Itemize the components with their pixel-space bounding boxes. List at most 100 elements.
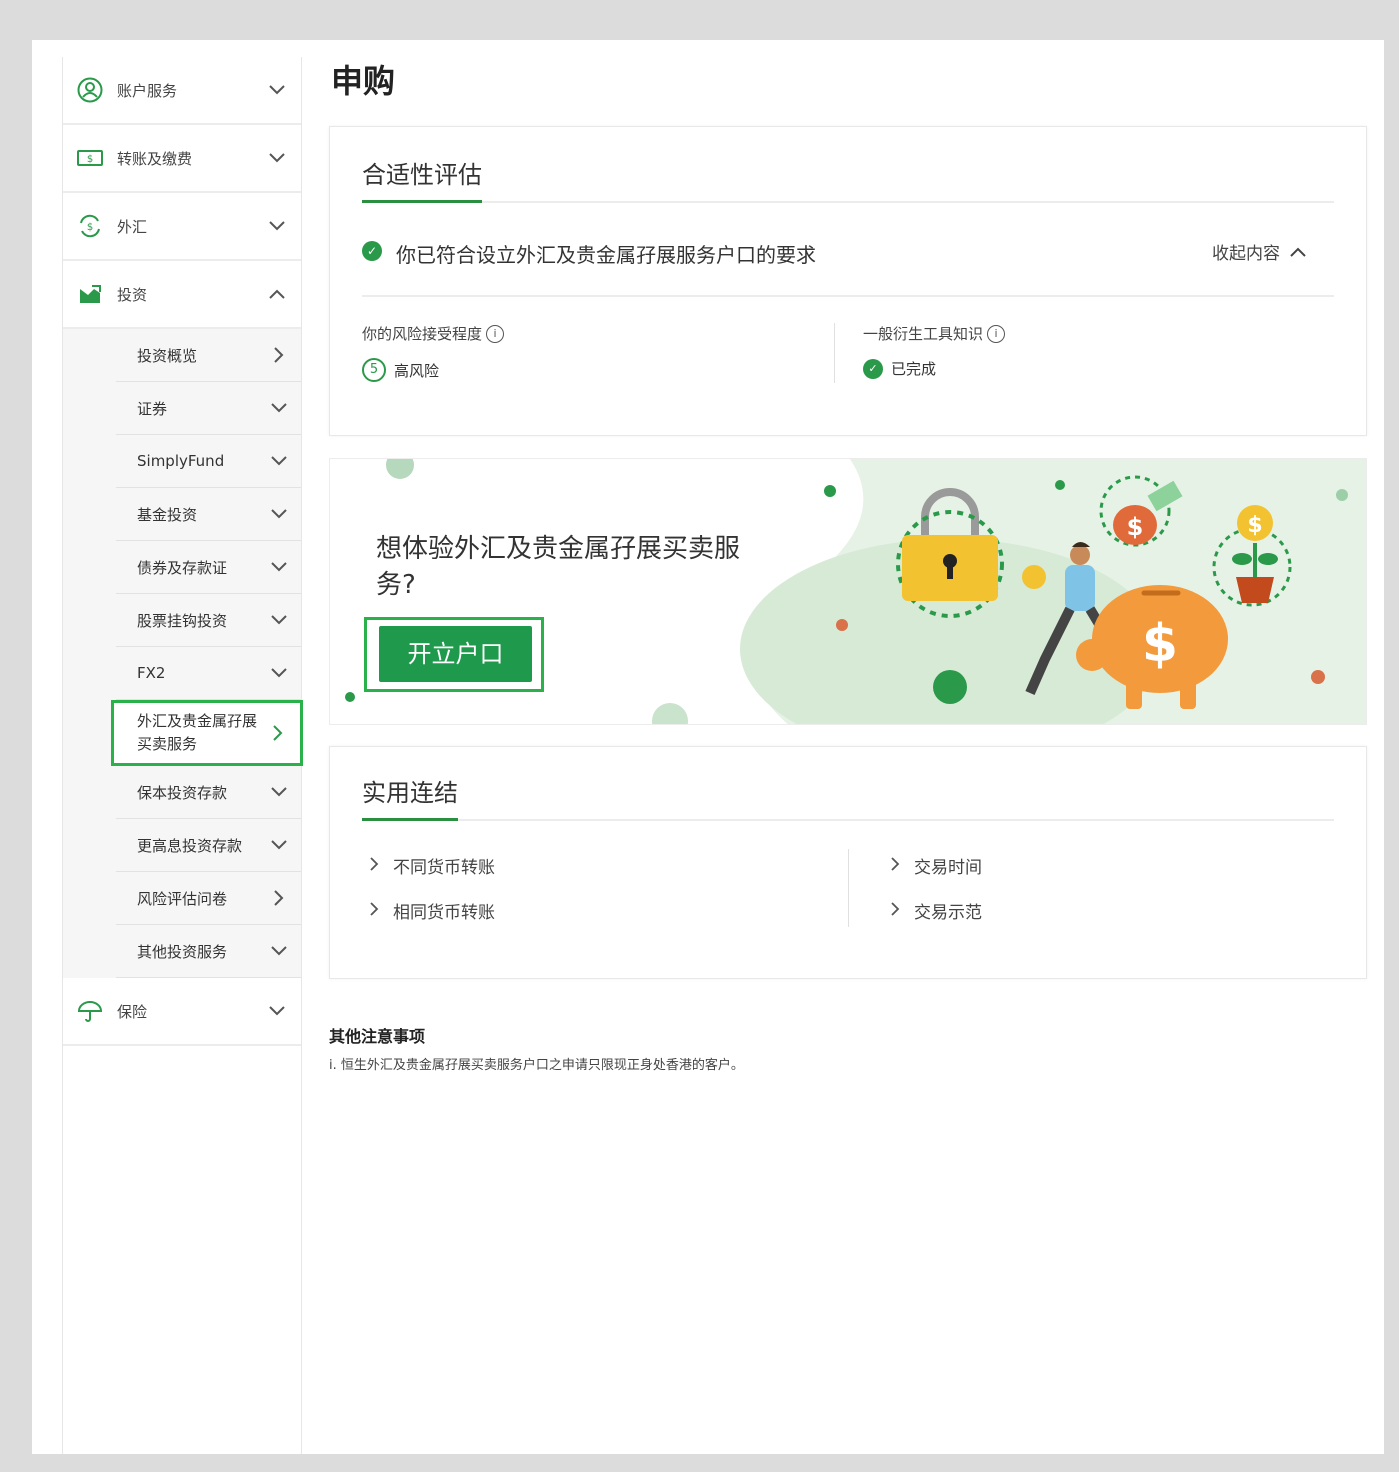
sidebar-subitem-label: 风险评估问卷: [137, 889, 228, 908]
chevron-right-icon: [266, 721, 290, 745]
derivative-knowledge-block: 一般衍生工具知识 i ✓ 已完成: [863, 323, 1006, 379]
sidebar-subitem-securities[interactable]: 证券: [116, 382, 301, 435]
suitability-card: 合适性评估 ✓ 你已符合设立外汇及贵金属孖展服务户口的要求 收起内容 你的风险接…: [329, 126, 1367, 436]
sidebar-subitem-label: 基金投资: [137, 505, 198, 524]
chevron-down-icon: [267, 833, 291, 857]
risk-tolerance-block: 你的风险接受程度 i 5 高风险: [362, 323, 505, 382]
chevron-right-icon: [891, 901, 900, 921]
sidebar-subitem-capital-protected[interactable]: 保本投资存款: [116, 766, 301, 819]
chevron-down-icon: [267, 396, 291, 420]
link-trading-hours[interactable]: 交易时间: [891, 853, 982, 878]
check-circle-icon: ✓: [362, 241, 382, 261]
sidebar-item-label: 外汇: [117, 217, 148, 236]
useful-links-header: 实用连结: [362, 747, 1334, 821]
useful-links-heading: 实用连结: [362, 773, 458, 821]
chevron-right-icon: [267, 343, 291, 367]
sidebar-item-label: 转账及缴费: [117, 149, 193, 168]
sidebar-subitem-label: 保本投资存款: [137, 783, 228, 802]
sidebar-item-transfer-payment[interactable]: $ 转账及缴费: [63, 125, 301, 193]
investment-chart-icon: [75, 279, 105, 309]
sidebar-item-account-services[interactable]: 账户服务: [63, 57, 301, 125]
sidebar-item-label: 账户服务: [117, 81, 178, 100]
chevron-down-icon: [267, 449, 291, 473]
promo-text: 想体验外汇及贵金属孖展买卖服务?: [376, 534, 741, 601]
chevron-down-icon: [265, 214, 289, 238]
person-circle-icon: [75, 75, 105, 105]
derivative-knowledge-label: 一般衍生工具知识: [863, 325, 984, 343]
sidebar-subitem-label: 投资概览: [137, 346, 198, 365]
link-trading-demo[interactable]: 交易示范: [891, 898, 982, 923]
open-account-highlight: 开立户口: [364, 617, 544, 692]
svg-text:$: $: [87, 154, 93, 165]
risk-tolerance-value: 高风险: [394, 361, 440, 380]
sidebar-item-forex[interactable]: $ 外汇: [63, 193, 301, 261]
notes-text: i. 恒生外汇及贵金属孖展买卖服务户口之申请只限现正身处香港的客户。: [329, 1058, 744, 1073]
chevron-right-icon: [370, 856, 379, 876]
divider: [848, 849, 849, 927]
svg-text:$: $: [87, 222, 93, 233]
suitability-status-row: ✓ 你已符合设立外汇及贵金属孖展服务户口的要求 收起内容: [362, 227, 1334, 297]
sidebar-item-label: 保险: [117, 1002, 148, 1021]
investment-submenu: 投资概览 证券 SimplyFund 基金投资 债券及存款证 股票挂钩投资 FX…: [63, 329, 303, 978]
chevron-down-icon: [267, 939, 291, 963]
sidebar-subitem-funds[interactable]: 基金投资: [116, 488, 301, 541]
chevron-down-icon: [267, 661, 291, 685]
sidebar-item-label: 投资: [117, 285, 148, 304]
chevron-right-icon: [370, 901, 379, 921]
promo-banner: $ $ $ 想体验外汇及贵金属孖展买卖服务? 开立户口: [329, 458, 1367, 725]
chevron-down-icon: [267, 608, 291, 632]
sidebar-subitem-label: FX2: [137, 664, 166, 682]
sidebar-subitem-investment-overview[interactable]: 投资概览: [116, 329, 301, 382]
notes-title: 其他注意事项: [329, 1027, 426, 1046]
link-label: 不同货币转账: [393, 858, 495, 878]
link-cross-currency-transfer[interactable]: 不同货币转账: [370, 853, 495, 878]
svg-text:$: $: [1142, 614, 1178, 674]
svg-text:$: $: [1247, 513, 1262, 538]
link-label: 交易时间: [914, 858, 982, 878]
sidebar-item-insurance[interactable]: 保险: [63, 978, 301, 1046]
chevron-up-icon: [265, 282, 289, 306]
info-icon[interactable]: i: [486, 324, 505, 343]
money-transfer-icon: $: [75, 143, 105, 173]
check-circle-icon: ✓: [863, 358, 883, 379]
info-icon[interactable]: i: [987, 324, 1006, 343]
chevron-up-icon: [1290, 242, 1306, 262]
umbrella-icon: [75, 996, 105, 1026]
open-account-button[interactable]: 开立户口: [379, 626, 532, 682]
sidebar-subitem-label: 证券: [137, 399, 168, 418]
chevron-right-icon: [267, 886, 291, 910]
risk-level-badge: 5: [362, 358, 386, 382]
sidebar-subitem-label: 其他投资服务: [137, 942, 228, 961]
sidebar-subitem-label: 更高息投资存款: [137, 836, 243, 855]
sidebar-subitem-higher-interest[interactable]: 更高息投资存款: [116, 819, 301, 872]
risk-tolerance-label: 你的风险接受程度: [362, 325, 483, 343]
sidebar-subitem-label: 债券及存款证: [137, 558, 228, 577]
svg-text:$: $: [1127, 513, 1144, 541]
chevron-down-icon: [267, 555, 291, 579]
chevron-down-icon: [267, 502, 291, 526]
sidebar-item-investment[interactable]: 投资: [63, 261, 301, 329]
chevron-down-icon: [267, 780, 291, 804]
sidebar-subitem-other-investment[interactable]: 其他投资服务: [116, 925, 301, 978]
link-same-currency-transfer[interactable]: 相同货币转账: [370, 898, 495, 923]
suitability-heading: 合适性评估: [362, 155, 482, 203]
divider: [834, 323, 835, 383]
suitability-status-text: 你已符合设立外汇及贵金属孖展服务户口的要求: [396, 243, 816, 267]
sidebar-nav: 账户服务 $ 转账及缴费 $ 外汇 投资 投资概览 证券 SimplyFund …: [62, 57, 303, 1454]
sidebar-subitem-risk-questionnaire[interactable]: 风险评估问卷: [116, 872, 301, 925]
link-label: 相同货币转账: [393, 903, 495, 923]
sidebar-subitem-fx-margin-trading[interactable]: 外汇及贵金属孖展买卖服务: [111, 700, 303, 766]
page-title: 申购: [331, 62, 396, 100]
sidebar-subitem-label: 股票挂钩投资: [137, 611, 228, 630]
chevron-down-icon: [265, 78, 289, 102]
suitability-header: 合适性评估: [362, 127, 1334, 203]
sidebar-subitem-equity-linked[interactable]: 股票挂钩投资: [116, 594, 301, 647]
sidebar-subitem-bonds[interactable]: 债券及存款证: [116, 541, 301, 594]
sidebar-subitem-label: 外汇及贵金属孖展买卖服务: [137, 711, 258, 753]
collapse-content-button[interactable]: 收起内容: [1212, 239, 1306, 264]
useful-links-card: 实用连结 不同货币转账 相同货币转账 交易时间 交易示范: [329, 746, 1367, 979]
collapse-content-label: 收起内容: [1212, 244, 1280, 264]
chevron-down-icon: [265, 999, 289, 1023]
sidebar-subitem-simplyfund[interactable]: SimplyFund: [116, 435, 301, 488]
sidebar-subitem-fx2[interactable]: FX2: [116, 647, 301, 700]
